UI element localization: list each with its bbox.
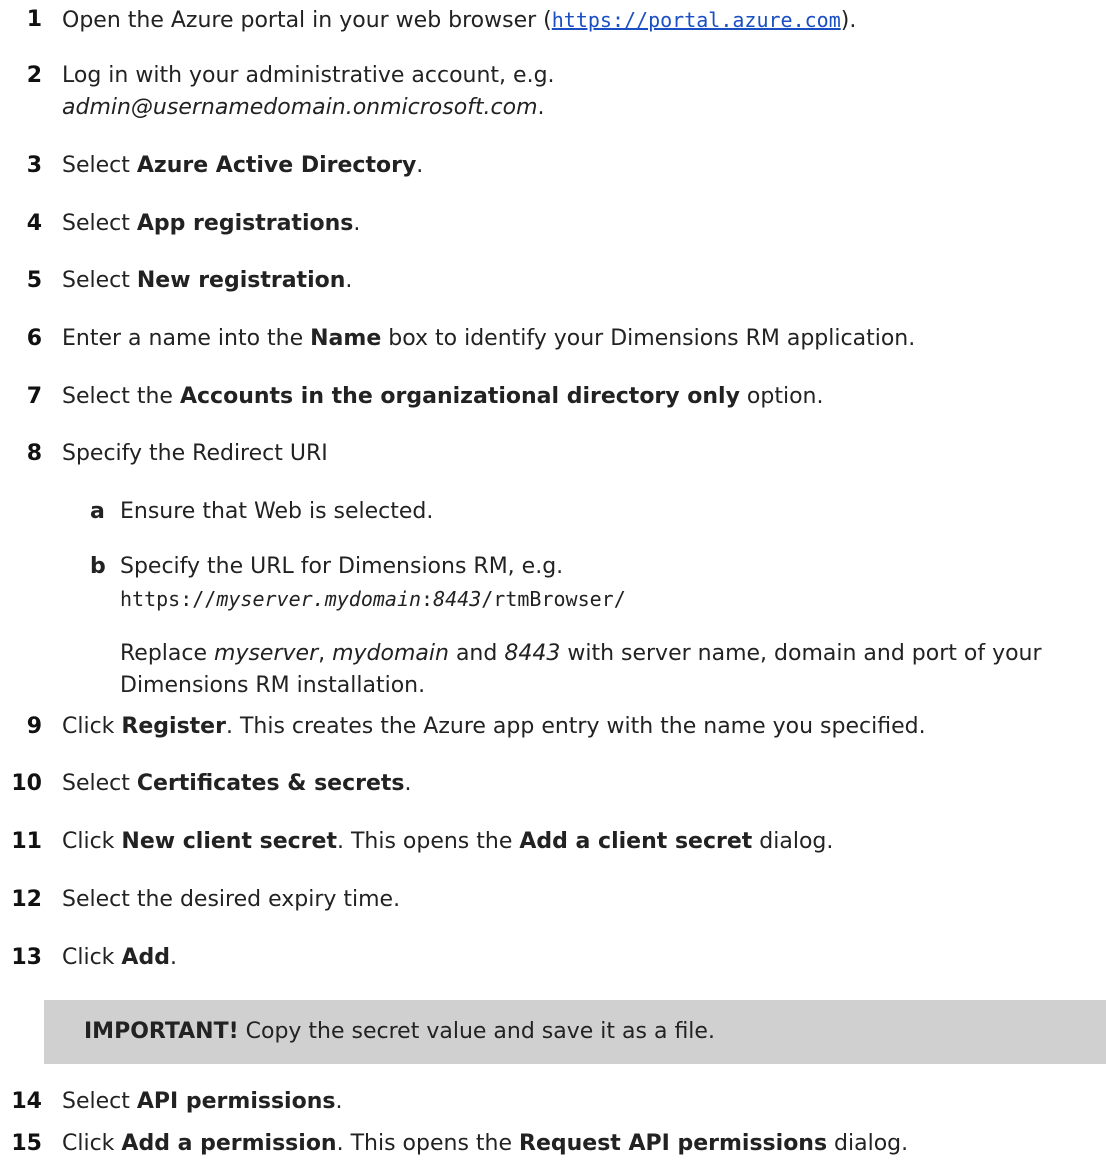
step-number: 4 <box>26 211 42 236</box>
step-text: Open the Azure portal in your web browse… <box>62 4 1102 37</box>
ui-term: Add <box>121 945 170 970</box>
substep-letter: b <box>90 554 106 579</box>
step-number: 8 <box>26 441 42 466</box>
important-note: IMPORTANT! Copy the secret value and sav… <box>44 1000 1106 1064</box>
step-text-part: Enter a name into the <box>62 326 311 351</box>
step-text-part: Click <box>62 945 122 970</box>
replace-part: Replace <box>120 641 215 666</box>
step-text-part: Click <box>62 714 122 739</box>
url-part: /rtmBrowser/ <box>481 587 626 611</box>
step-text-part: . <box>345 268 353 293</box>
step-text: Select Certificates & secrets. <box>62 768 1102 800</box>
step-number: 7 <box>26 384 42 409</box>
step-text: Specify the Redirect URI <box>62 441 328 466</box>
replace-part: with server name, domain and port of you… <box>560 641 1042 666</box>
step-text-part: . <box>169 945 177 970</box>
substep-text: Specify the URL for Dimensions RM, e.g. … <box>120 551 1106 616</box>
step-text-part: Select the <box>62 384 180 409</box>
replace-part: myserver <box>214 641 319 666</box>
ui-term: Add a permission <box>121 1131 337 1156</box>
step-text-part: ). <box>840 8 857 33</box>
substep-text: Ensure that Web is selected. <box>120 499 434 524</box>
step-text: Click New client secret. This opens the … <box>62 826 1102 858</box>
step-text-part: Open the Azure portal in your web browse… <box>62 8 552 33</box>
step-text-part: Select <box>62 211 137 236</box>
step-number: 12 <box>11 887 42 912</box>
step-text-part: . This opens the <box>336 829 520 854</box>
step-text-part: . <box>537 95 545 120</box>
ui-term: Azure Active Directory <box>136 153 417 178</box>
note-label: IMPORTANT! <box>84 1019 239 1044</box>
ui-term: New client secret <box>121 829 337 854</box>
step-number: 6 <box>26 326 42 351</box>
replace-part: and <box>448 641 505 666</box>
step-text-part: Log in with your administrative account,… <box>62 63 555 88</box>
step-text-part: Click <box>62 1131 122 1156</box>
ui-term: New registration <box>136 268 346 293</box>
step-text-part: . This creates the Azure app entry with … <box>225 714 926 739</box>
step-number: 15 <box>11 1131 42 1156</box>
step-text: Click Add a permission. This opens the R… <box>62 1128 1102 1160</box>
note-text: IMPORTANT! Copy the secret value and sav… <box>84 1016 715 1048</box>
step-text: Select the Accounts in the organizationa… <box>62 381 1102 413</box>
url-part: https:// <box>120 587 217 611</box>
step-text-part: Select <box>62 771 137 796</box>
step-text-part: Click <box>62 829 122 854</box>
step-number: 13 <box>11 945 42 970</box>
step-text: Click Add. <box>62 942 1102 974</box>
substep-text-part: Specify the URL for Dimensions RM, e.g. <box>120 554 564 579</box>
step-text-part: option. <box>739 384 824 409</box>
step-text: Enter a name into the Name box to identi… <box>62 323 1102 355</box>
url-part: 8443 <box>433 587 482 611</box>
ui-term: Name <box>310 326 382 351</box>
step-text-part: . <box>335 1089 343 1114</box>
ui-term: App registrations <box>136 211 354 236</box>
step-text: Select API permissions. <box>62 1086 1102 1118</box>
replace-part: Dimensions RM installation. <box>120 673 426 698</box>
step-text: Select Azure Active Directory. <box>62 150 1102 182</box>
step-number: 9 <box>26 714 42 739</box>
step-number: 5 <box>26 268 42 293</box>
step-number: 10 <box>11 771 42 796</box>
note-body: Copy the secret value and save it as a f… <box>238 1019 715 1044</box>
ui-term: Accounts in the organizational directory… <box>179 384 740 409</box>
step-text-part: box to identify your Dimensions RM appli… <box>381 326 916 351</box>
step-text-part: . This opens the <box>336 1131 520 1156</box>
azure-portal-link[interactable]: https://portal.azure.com <box>552 8 841 32</box>
ui-term: Request API permissions <box>519 1131 828 1156</box>
replace-part: 8443 <box>504 641 561 666</box>
replace-part: mydomain <box>332 641 449 666</box>
step-text-part: . <box>416 153 424 178</box>
step-text: Select the desired expiry time. <box>62 887 401 912</box>
step-text-part: . <box>353 211 361 236</box>
admin-account-example: admin@usernamedomain.onmicrosoft.com <box>62 95 538 120</box>
step-text-part: Select <box>62 268 137 293</box>
step-number: 11 <box>11 829 42 854</box>
redirect-url-example: https://myserver.mydomain:8443/rtmBrowse… <box>120 587 626 611</box>
step-text-part: Select <box>62 1089 137 1114</box>
ui-term: Register <box>121 714 226 739</box>
step-text-part: dialog. <box>752 829 834 854</box>
replace-text: Replace myserver, mydomain and 8443 with… <box>120 638 1106 702</box>
step-text: Select New registration. <box>62 265 1102 297</box>
step-text-part: Select <box>62 153 137 178</box>
step-number: 1 <box>26 7 42 32</box>
url-part: : <box>421 587 434 611</box>
url-part: myserver.mydomain <box>216 587 422 611</box>
step-text: Log in with your administrative account,… <box>62 60 1102 124</box>
substep-letter: a <box>90 499 105 524</box>
step-number: 3 <box>26 153 42 178</box>
ui-term: API permissions <box>136 1089 336 1114</box>
step-number: 2 <box>26 63 42 88</box>
step-number: 14 <box>11 1089 42 1114</box>
replace-part: , <box>318 641 333 666</box>
ui-term: Add a client secret <box>519 829 753 854</box>
step-text-part: . <box>404 771 412 796</box>
step-text: Select App registrations. <box>62 208 1102 240</box>
step-text: Click Register. This creates the Azure a… <box>62 711 1102 743</box>
ui-term: Certificates & secrets <box>136 771 405 796</box>
step-text-part: dialog. <box>827 1131 909 1156</box>
